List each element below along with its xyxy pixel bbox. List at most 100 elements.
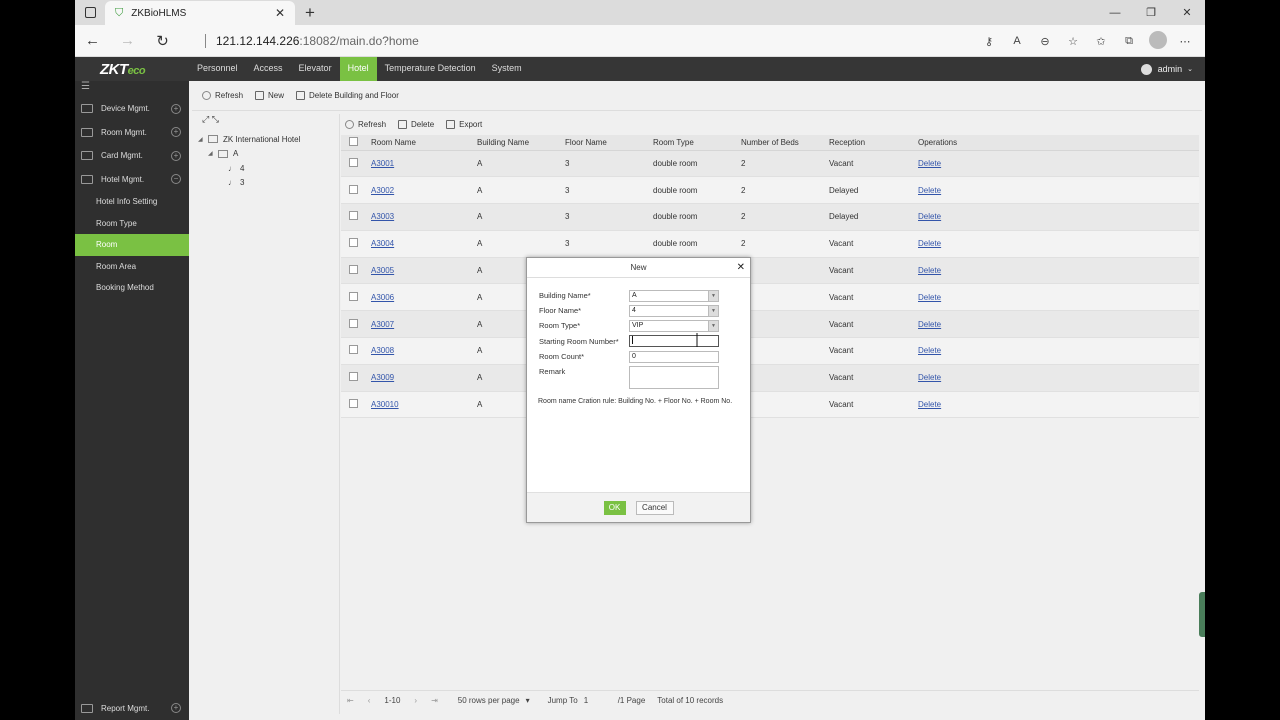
room-name-link-text[interactable]: A3009 — [371, 373, 394, 382]
row-checkbox[interactable] — [341, 337, 371, 365]
delete-link-text[interactable]: Delete — [918, 212, 941, 221]
expand-icon[interactable]: + — [171, 127, 181, 138]
delete-link-text[interactable]: Delete — [918, 346, 941, 355]
room-name-link[interactable]: A3009 — [371, 364, 477, 392]
delete-link[interactable]: Delete — [918, 364, 1199, 392]
room-name-link[interactable]: A3004 — [371, 230, 477, 258]
tree-toggle-icon[interactable]: ◢ — [198, 136, 208, 143]
tree-node-floor[interactable]: ♩ 4 — [192, 161, 339, 176]
row-checkbox[interactable] — [341, 203, 371, 231]
room-name-link-text[interactable]: A3007 — [371, 320, 394, 329]
cancel-button[interactable]: Cancel — [635, 500, 674, 515]
side-panel-handle[interactable] — [1199, 592, 1205, 637]
column-room-type[interactable]: Room Type — [653, 135, 741, 151]
more-icon[interactable]: ⋯ — [1171, 35, 1199, 48]
zoom-icon[interactable]: ⊖ — [1031, 35, 1059, 48]
room-name-link-text[interactable]: A3003 — [371, 212, 394, 221]
sidebar-subitem-hotel-info-setting[interactable]: Hotel Info Setting — [75, 191, 189, 213]
room-name-link[interactable]: A30010 — [371, 391, 477, 419]
refresh-rooms-button[interactable]: Refresh — [345, 120, 386, 129]
row-checkbox[interactable] — [341, 176, 371, 205]
room-count-input[interactable]: 0 — [629, 351, 719, 363]
minimize-icon[interactable]: — — [1097, 0, 1133, 25]
room-name-link-text[interactable]: A3006 — [371, 293, 394, 302]
nav-personnel[interactable]: Personnel — [189, 57, 246, 81]
new-tab-icon[interactable]: + — [295, 1, 325, 25]
delete-link[interactable]: Delete — [918, 176, 1199, 205]
delete-link[interactable]: Delete — [918, 283, 1199, 312]
table-row[interactable]: A3008 A Vacant Delete — [341, 337, 1199, 365]
tab-actions-icon[interactable] — [75, 0, 105, 25]
delete-link[interactable]: Delete — [918, 391, 1199, 419]
delete-link[interactable]: Delete — [918, 150, 1199, 178]
column-reception[interactable]: Reception — [829, 135, 918, 151]
delete-link-text[interactable]: Delete — [918, 159, 941, 168]
tree-toggle-icon[interactable]: ◢ — [208, 150, 218, 157]
delete-link[interactable]: Delete — [918, 203, 1199, 231]
collapse-icon[interactable]: − — [171, 174, 181, 185]
sidebar-item-hotel-mgmt[interactable]: Hotel Mgmt. − — [75, 168, 189, 192]
column-building-name[interactable]: Building Name — [477, 135, 565, 151]
row-checkbox[interactable] — [341, 150, 371, 178]
rows-per-page-select[interactable]: 50 rows per page — [458, 696, 520, 705]
starting-room-number-input[interactable] — [629, 335, 719, 347]
forward-icon[interactable]: → — [110, 32, 145, 49]
menu-collapse-icon[interactable]: ☰ — [75, 81, 189, 97]
sidebar-subitem-booking-method[interactable]: Booking Method — [75, 277, 189, 299]
column-room-name[interactable]: Room Name — [371, 135, 477, 151]
table-row[interactable]: A3002 A 3 double room 2 Delayed Delete — [341, 176, 1199, 205]
delete-link[interactable]: Delete — [918, 230, 1199, 258]
sidebar-item-card-mgmt[interactable]: Card Mgmt. + — [75, 144, 189, 168]
close-icon[interactable]: ✕ — [737, 258, 745, 277]
row-checkbox[interactable] — [341, 391, 371, 419]
nav-system[interactable]: System — [484, 57, 530, 81]
delete-link-text[interactable]: Delete — [918, 320, 941, 329]
room-name-link-text[interactable]: A3002 — [371, 186, 394, 195]
profile-avatar[interactable] — [1143, 30, 1171, 52]
delete-link[interactable]: Delete — [918, 337, 1199, 365]
tree-node-building[interactable]: ◢ A — [192, 147, 339, 162]
row-checkbox[interactable] — [341, 364, 371, 392]
room-name-link-text[interactable]: A3001 — [371, 159, 394, 168]
remark-textarea[interactable] — [629, 366, 719, 389]
delete-rooms-button[interactable]: Delete — [398, 120, 434, 129]
room-name-link-text[interactable]: A30010 — [371, 400, 399, 409]
table-row[interactable]: A3006 A Vacant Delete — [341, 283, 1199, 312]
key-icon[interactable]: ⚷ — [975, 35, 1003, 48]
table-row[interactable]: A30010 A Vacant Delete — [341, 391, 1199, 419]
delete-link-text[interactable]: Delete — [918, 266, 941, 275]
url-field[interactable]: 121.12.144.226 :18082/main.do?home — [205, 29, 1085, 53]
sidebar-subitem-room-area[interactable]: Room Area — [75, 256, 189, 278]
room-name-link[interactable]: A3002 — [371, 176, 477, 205]
last-page-icon[interactable]: ⇥ — [431, 696, 438, 705]
sidebar-item-report-mgmt[interactable]: Report Mgmt. + — [75, 697, 189, 720]
row-checkbox[interactable] — [341, 310, 371, 339]
sidebar-item-device-mgmt[interactable]: Device Mgmt. + — [75, 97, 189, 121]
read-aloud-icon[interactable]: A — [1003, 35, 1031, 47]
reload-icon[interactable]: ↻ — [145, 32, 180, 50]
nav-elevator[interactable]: Elevator — [291, 57, 340, 81]
delete-link[interactable]: Delete — [918, 257, 1199, 285]
expand-icon[interactable]: + — [171, 703, 181, 714]
collections-icon[interactable]: ⧉ — [1115, 35, 1143, 48]
column-number-of-beds[interactable]: Number of Beds — [741, 135, 829, 151]
back-icon[interactable]: ← — [75, 32, 110, 49]
room-name-link[interactable]: A3003 — [371, 203, 477, 231]
building-name-select[interactable]: A ▼ — [629, 290, 719, 302]
table-row[interactable]: A3009 A Vacant Delete — [341, 364, 1199, 392]
export-button[interactable]: Export — [446, 120, 482, 129]
delete-link-text[interactable]: Delete — [918, 293, 941, 302]
delete-link-text[interactable]: Delete — [918, 400, 941, 409]
row-checkbox[interactable] — [341, 257, 371, 285]
room-name-link[interactable]: A3006 — [371, 283, 477, 312]
expand-icon[interactable]: + — [171, 150, 181, 161]
room-name-link[interactable]: A3008 — [371, 337, 477, 365]
row-checkbox[interactable] — [341, 283, 371, 312]
room-name-link-text[interactable]: A3008 — [371, 346, 394, 355]
table-row[interactable]: A3003 A 3 double room 2 Delayed Delete — [341, 203, 1199, 231]
jump-input[interactable]: 1 — [584, 696, 610, 705]
nav-temperature-detection[interactable]: Temperature Detection — [377, 57, 484, 81]
delete-building-floor-button[interactable]: Delete Building and Floor — [296, 91, 399, 100]
table-row[interactable]: A3001 A 3 double room 2 Vacant Delete — [341, 150, 1199, 178]
floor-name-select[interactable]: 4 ▼ — [629, 305, 719, 317]
